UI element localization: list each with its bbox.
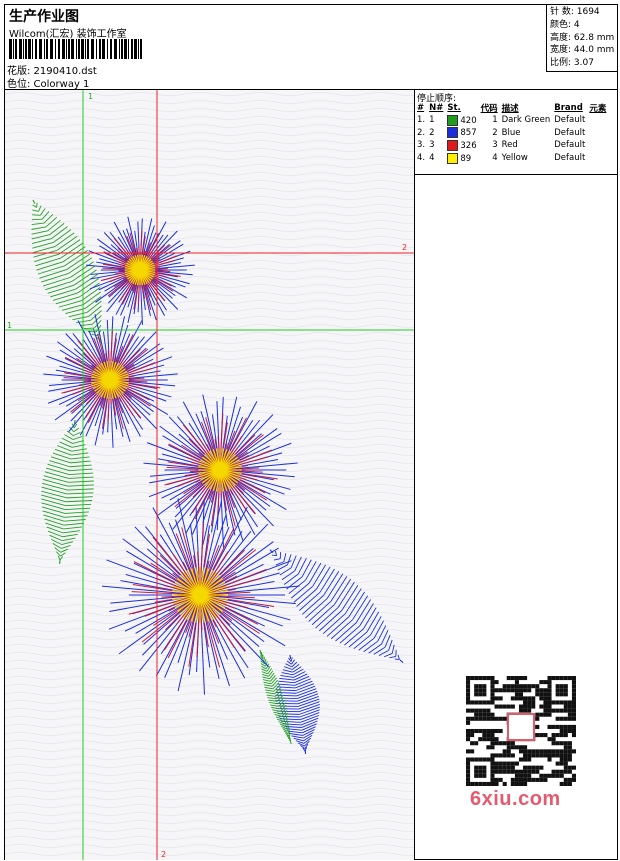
stats-panel: 针 数: 1694 颜色: 4 高度: 62.8 mm 宽度: 44.0 mm …	[546, 5, 617, 72]
table-row: 2. 2 857 2 Blue Default	[415, 127, 608, 140]
red-guide-label-right: 2	[402, 243, 407, 252]
row-index: 3.	[417, 140, 426, 151]
stitch-count: 针 数: 1694	[550, 7, 600, 17]
row-code: 1	[492, 115, 498, 126]
watermark: 6xiu.com	[470, 788, 561, 810]
green-guide-label-left: 1	[7, 321, 12, 330]
row-description: Red	[501, 140, 518, 151]
sheet-title: 生产作业图	[9, 9, 79, 25]
row-needle: 1	[429, 115, 435, 126]
green-guide-label-top: 1	[88, 92, 93, 101]
row-brand: Default	[554, 140, 586, 151]
stitch-value: 420	[460, 115, 477, 126]
qr-center-stamp	[507, 713, 535, 741]
table-row: 1. 1 420 1 Dark Green Default	[415, 114, 608, 127]
qr-code	[466, 676, 576, 786]
row-code: 3	[492, 140, 498, 151]
row-element	[587, 152, 608, 165]
company-name: Wilcom(汇宏) 装饰工作室	[9, 29, 127, 40]
row-stitches: 420	[445, 114, 478, 127]
embroidery-canvas: 1 1 2 2	[5, 90, 414, 860]
row-brand: Default	[554, 115, 586, 126]
stitch-value: 857	[460, 128, 477, 139]
red-guide-label-bottom: 2	[161, 850, 166, 859]
row-needle: 4	[429, 153, 435, 164]
color-count: 颜色: 4	[550, 19, 580, 30]
col-stitches: St.	[447, 103, 461, 113]
sheet-header: 生产作业图 Wilcom(汇宏) 装饰工作室 花版: 2190410.dst 色…	[5, 5, 617, 90]
row-brand: Default	[554, 127, 586, 138]
row-description: Dark Green	[501, 115, 551, 126]
col-description: 描述	[501, 104, 519, 114]
colorway: 色位: Colorway 1	[7, 79, 90, 90]
row-needle: 2	[429, 127, 435, 138]
design-preview: 1 1 2 2	[5, 90, 415, 860]
stitch-value: 326	[460, 140, 477, 151]
design-width: 宽度: 44.0 mm	[550, 45, 615, 56]
stitch-value: 89	[460, 153, 472, 164]
col-code: 代码	[480, 104, 498, 114]
col-element: 元素	[589, 104, 607, 114]
row-stitches: 89	[445, 152, 478, 165]
col-needle: N#	[429, 103, 444, 113]
table-row: 4. 4 89 4 Yellow Default	[415, 152, 608, 165]
row-element	[587, 114, 608, 127]
design-scale: 比例: 3.07	[550, 58, 594, 69]
row-index: 4.	[417, 153, 426, 164]
row-description: Blue	[501, 127, 521, 138]
row-needle: 3	[429, 140, 435, 151]
row-brand: Default	[554, 153, 586, 164]
row-code: 4	[492, 153, 498, 164]
row-element	[587, 139, 608, 152]
barcode	[9, 39, 142, 59]
color-swatch	[447, 127, 459, 139]
design-height: 高度: 62.8 mm	[550, 32, 615, 43]
table-row: 3. 3 326 3 Red Default	[415, 139, 608, 152]
col-brand: Brand	[554, 103, 583, 113]
row-stitches: 857	[445, 127, 478, 140]
color-swatch	[447, 114, 459, 126]
color-stop-table: # N# St. 代码 描述 Brand 元素 1. 1 420 1 Dark …	[415, 102, 608, 164]
row-index: 1.	[417, 115, 426, 126]
col-index: #	[417, 103, 425, 113]
row-element	[587, 127, 608, 140]
row-code: 2	[492, 127, 498, 138]
legend-header-row: # N# St. 代码 描述 Brand 元素	[415, 102, 608, 114]
color-swatch	[447, 152, 459, 164]
row-description: Yellow	[501, 153, 528, 164]
color-swatch	[447, 139, 459, 151]
color-stop-legend: 停止顺序: # N# St. 代码 描述 Brand 元素 1. 1 420 1…	[415, 90, 617, 175]
row-stitches: 326	[445, 139, 478, 152]
row-index: 2.	[417, 127, 426, 138]
